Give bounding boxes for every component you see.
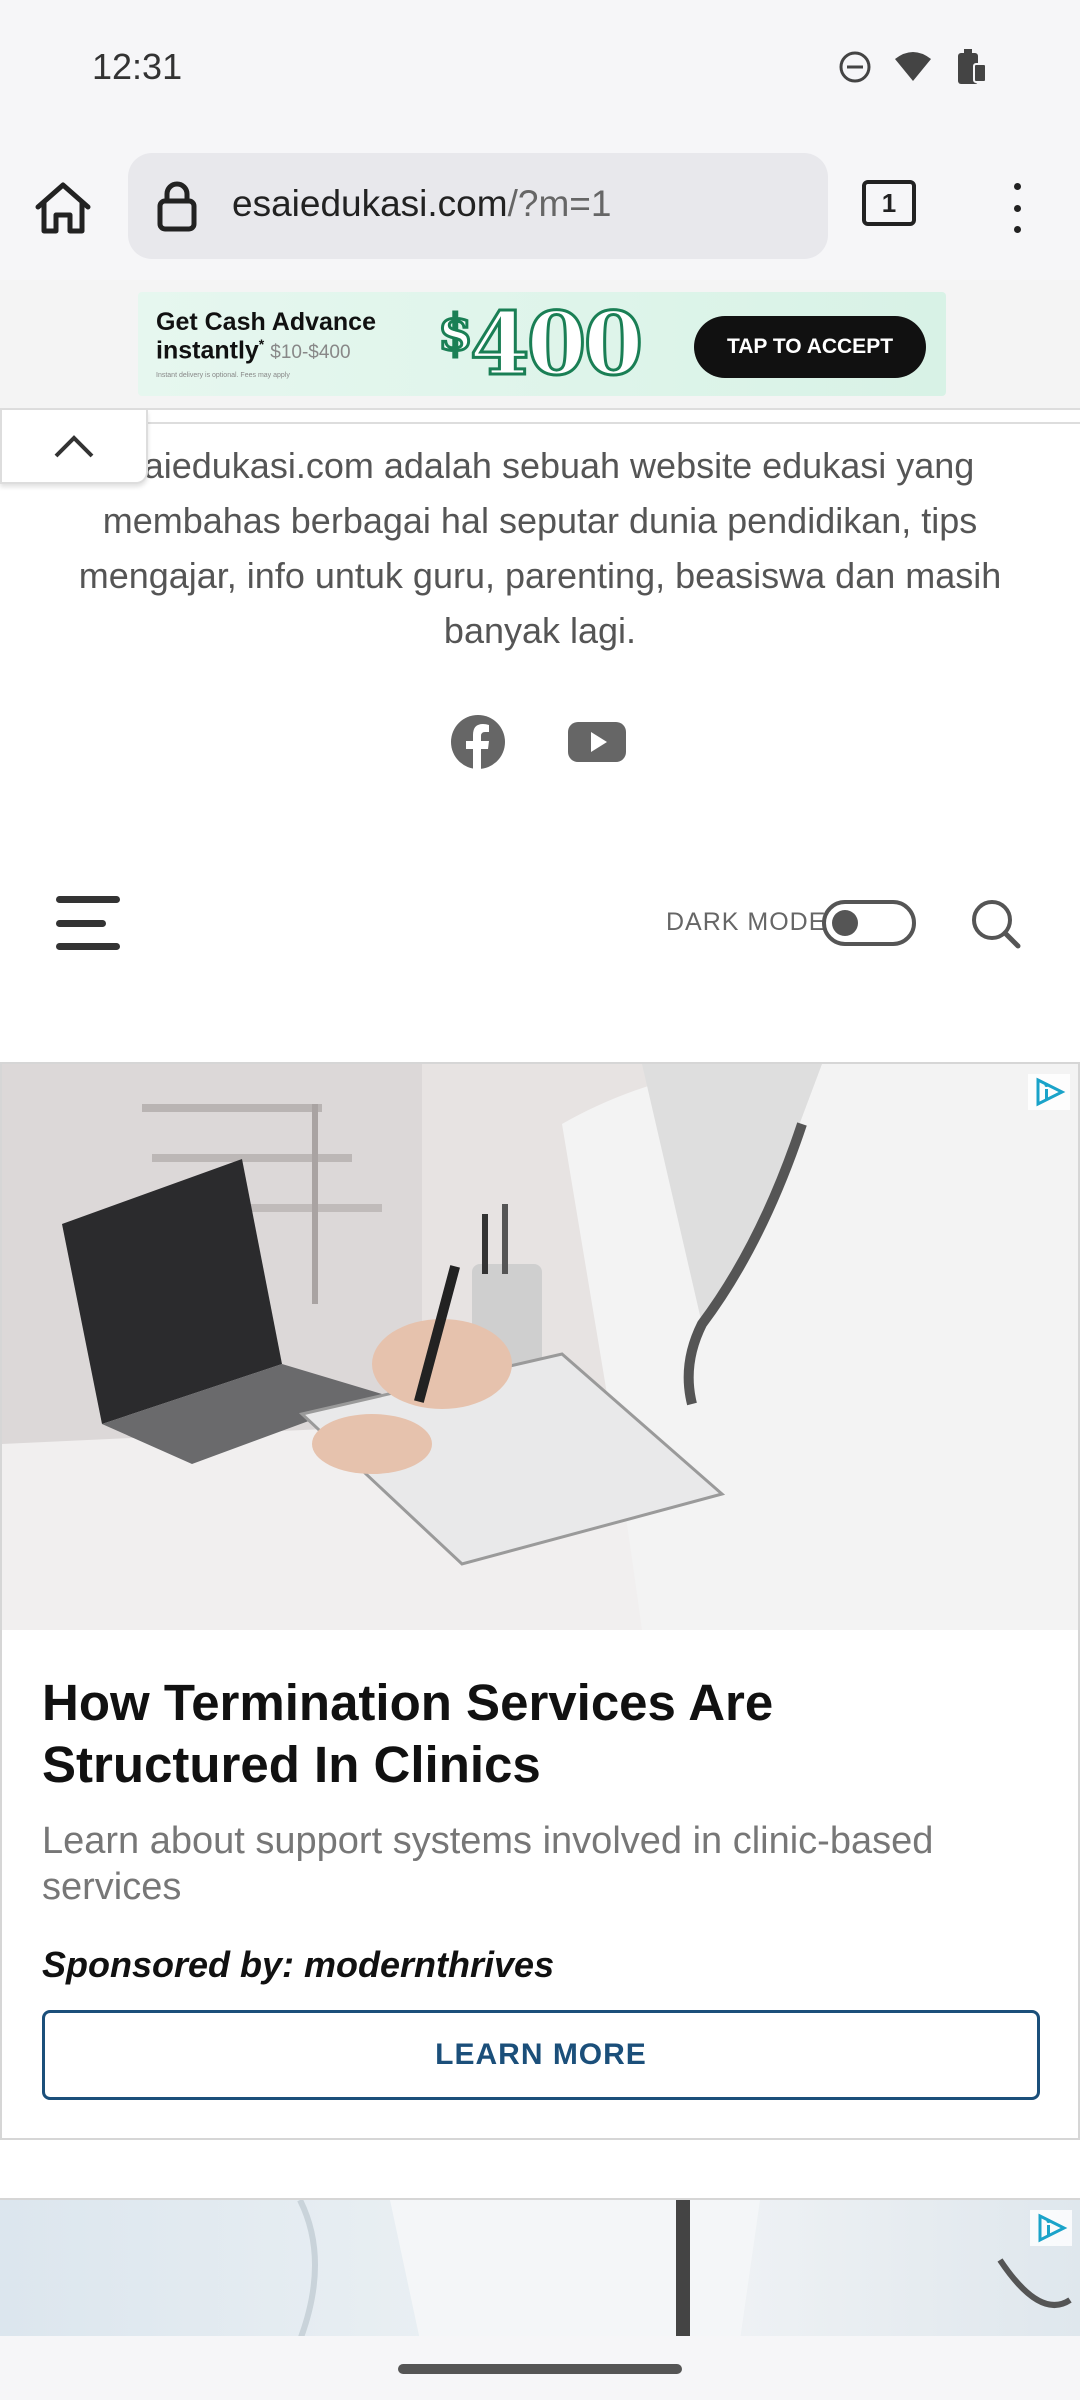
menu-dots-icon[interactable] — [1000, 175, 1034, 241]
home-gesture-handle[interactable] — [398, 2364, 682, 2374]
youtube-icon[interactable] — [568, 720, 626, 764]
cash-advance-ad[interactable]: Get Cash Advance instantly* $10-$400 Inst… — [138, 292, 946, 397]
address-bar[interactable]: esaiedukasi.com/?m=1 — [128, 153, 828, 259]
ad-fine-print: Instant delivery is optional. Fees may a… — [156, 372, 290, 379]
ad-subheadline-text: instantly — [156, 336, 259, 365]
ad-amount: $400 — [437, 293, 645, 397]
home-icon — [35, 182, 91, 234]
battery-icon — [958, 49, 987, 84]
ad-body: Learn about support systems involved in … — [42, 1820, 934, 1908]
ad-headline: Get Cash Advance — [156, 308, 376, 336]
ad-title[interactable]: How Termination Services Are Structured … — [42, 1672, 1042, 1796]
status-time: 12:31 — [92, 46, 183, 87]
url-text[interactable]: esaiedukasi.com/?m=1 — [232, 183, 611, 225]
do-not-disturb-icon — [839, 51, 871, 83]
home-button[interactable] — [30, 175, 96, 241]
url-domain: esaiedukasi.com — [232, 183, 508, 224]
dark-mode-toggle[interactable] — [822, 900, 916, 946]
collapse-ad-button[interactable] — [0, 410, 148, 484]
ad-sponsor: Sponsored by: modernthrives — [42, 1944, 555, 1985]
learn-more-button[interactable]: LEARN MORE — [42, 2010, 1040, 2100]
facebook-icon[interactable] — [450, 714, 506, 770]
ad-amount-value: 400 — [468, 293, 645, 397]
adchoices-icon[interactable] — [1028, 1074, 1070, 1110]
tab-count: 1 — [881, 187, 897, 218]
sponsored-ad-card[interactable]: How Termination Services Are Structured … — [0, 1062, 1080, 2140]
second-ad-image — [297, 2200, 1072, 2338]
wifi-icon — [895, 52, 931, 81]
status-icons — [838, 48, 988, 86]
site-description: esaiedukasi.com adalah sebuah website ed… — [78, 445, 1002, 651]
adchoices-icon[interactable] — [1030, 2210, 1072, 2246]
ad-range: $10-$400 — [270, 342, 351, 364]
tab-switcher-button[interactable]: 1 — [862, 180, 916, 226]
hamburger-menu-icon[interactable] — [56, 896, 120, 950]
url-path: /?m=1 — [507, 183, 612, 224]
second-ad-card[interactable] — [0, 2198, 1080, 2338]
lock-icon[interactable] — [156, 181, 198, 233]
browser-toolbar: esaiedukasi.com/?m=1 1 — [0, 135, 1080, 280]
toggle-knob — [832, 910, 858, 936]
search-icon[interactable] — [968, 896, 1024, 952]
ad-currency: $ — [437, 302, 475, 364]
ad-image[interactable] — [2, 1064, 1078, 1630]
social-links — [450, 714, 626, 770]
status-bar: 12:31 — [0, 0, 1080, 135]
ad-marker: * — [258, 336, 265, 352]
top-ad-strip: Get Cash Advance instantly* $10-$400 Inst… — [0, 280, 1080, 410]
gesture-navigation-bar — [0, 2336, 1080, 2400]
chevron-up-icon — [54, 435, 94, 458]
divider — [148, 422, 1080, 424]
dark-mode-label: DARK MODE — [666, 908, 827, 936]
doctor-clipboard-illustration — [2, 1064, 1078, 1630]
tap-to-accept-button[interactable]: TAP TO ACCEPT — [694, 316, 926, 378]
ad-subheadline: instantly* $10-$400 — [156, 336, 351, 365]
